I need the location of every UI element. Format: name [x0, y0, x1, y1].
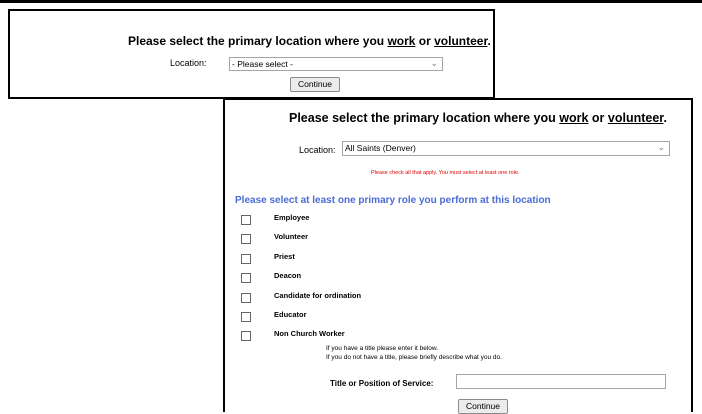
title-instructions-line1: If you have a title please enter it belo…	[326, 345, 439, 352]
role-checkbox[interactable]	[241, 331, 251, 342]
page-heading: Please select the primary location where…	[289, 111, 667, 125]
heading-text: Please select the primary location where…	[289, 111, 560, 125]
location-role-form: Please select the primary location where…	[223, 98, 693, 414]
role-label: Non Church Worker	[274, 329, 345, 339]
chevron-down-icon: ⌄	[430, 58, 438, 68]
role-checkbox[interactable]	[241, 273, 251, 284]
title-position-label: Title or Position of Service:	[330, 379, 434, 388]
role-label: Educator	[274, 309, 307, 319]
heading-volunteer-emphasis: volunteer	[607, 111, 664, 125]
role-checkbox[interactable]	[241, 215, 251, 225]
role-label: Deacon	[274, 271, 302, 281]
heading-volunteer-emphasis: volunteer	[434, 34, 488, 48]
heading-work-emphasis: work	[387, 34, 416, 48]
role-label: Priest	[274, 251, 295, 261]
role-checkbox[interactable]	[241, 311, 251, 322]
role-checkbox[interactable]	[241, 253, 251, 264]
role-checkbox[interactable]	[241, 234, 251, 245]
role-label: Candidate for ordination	[274, 290, 362, 300]
role-label: Volunteer	[274, 232, 309, 242]
location-label: Location:	[299, 145, 336, 155]
page-heading: Please select the primary location where…	[128, 34, 491, 48]
heading-or-text: or	[588, 111, 608, 125]
role-label: Employee	[274, 213, 310, 222]
location-select-value: - Please select -	[232, 59, 293, 69]
title-instructions-line2: If you do not have a title, please brief…	[326, 354, 502, 361]
continue-button[interactable]: Continue	[290, 77, 340, 92]
location-form-initial: Please select the primary location where…	[8, 9, 495, 99]
role-checkbox[interactable]	[241, 292, 251, 303]
heading-period: .	[487, 34, 491, 48]
heading-period: .	[663, 111, 667, 125]
top-border-line	[0, 0, 702, 3]
title-position-input[interactable]	[456, 374, 666, 389]
location-select-value: All Saints (Denver)	[345, 143, 416, 153]
roles-heading: Please select at least one primary role …	[235, 195, 551, 206]
validation-error-message: Please check all that apply. You must se…	[371, 170, 520, 176]
heading-work-emphasis: work	[559, 111, 589, 125]
heading-or-text: or	[415, 34, 435, 48]
location-select[interactable]: - Please select - ⌄	[229, 57, 443, 71]
location-label: Location:	[170, 58, 207, 68]
heading-text: Please select the primary location where…	[128, 34, 388, 48]
chevron-down-icon: ⌄	[657, 142, 665, 152]
location-select[interactable]: All Saints (Denver) ⌄	[342, 141, 670, 156]
